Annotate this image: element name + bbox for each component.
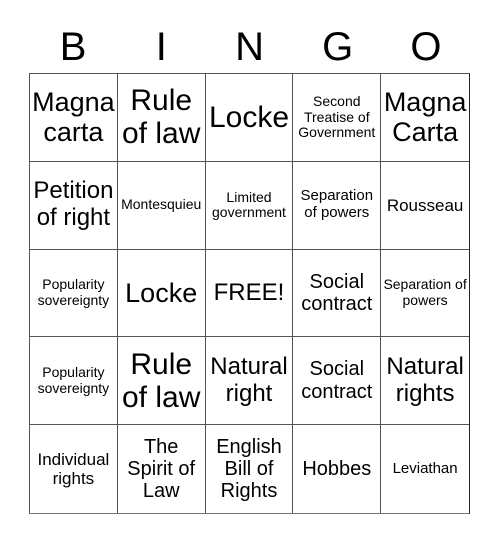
bingo-cell[interactable]: Magna Carta xyxy=(381,74,469,162)
bingo-cell[interactable]: Popularity sovereignty xyxy=(30,337,118,426)
bingo-cell[interactable]: Locke xyxy=(117,249,206,338)
header-letter-o: O xyxy=(410,25,442,69)
bingo-grid: Magna carta Rule of law Locke Second Tre… xyxy=(29,73,470,514)
header-letter-n: N xyxy=(235,25,264,69)
bingo-cell[interactable]: Popularity sovereignty xyxy=(30,249,118,338)
free-space-cell[interactable]: FREE! xyxy=(205,249,294,338)
header-letter-g: G xyxy=(322,25,354,69)
bingo-cell[interactable]: English Bill of Rights xyxy=(206,425,294,513)
header-letter-i: I xyxy=(155,25,167,69)
bingo-cell[interactable]: Magna carta xyxy=(30,74,118,162)
bingo-header: B I N G O xyxy=(29,22,470,72)
bingo-cell[interactable]: Natural rights xyxy=(381,337,469,426)
bingo-cell[interactable]: Leviathan xyxy=(381,425,469,513)
bingo-cell[interactable]: Natural right xyxy=(205,337,294,426)
bingo-cell[interactable]: Hobbes xyxy=(293,425,382,513)
bingo-cell[interactable]: Rule of law xyxy=(117,337,206,426)
bingo-cell[interactable]: Second Treatise of Government xyxy=(293,74,382,162)
bingo-cell[interactable]: Individual rights xyxy=(30,425,118,513)
bingo-cell[interactable]: Social contract xyxy=(293,249,382,338)
bingo-cell[interactable]: Social contract xyxy=(293,337,382,426)
bingo-cell[interactable]: Separation of powers xyxy=(381,250,469,338)
bingo-cell[interactable]: Separation of powers xyxy=(293,161,382,250)
bingo-cell[interactable]: Rule of law xyxy=(117,74,206,162)
bingo-cell[interactable]: Petition of right xyxy=(30,161,118,250)
bingo-cell[interactable]: The Spirit of Law xyxy=(118,425,206,513)
bingo-cell[interactable]: Rousseau xyxy=(381,162,469,250)
bingo-cell[interactable]: Limited government xyxy=(205,161,294,250)
bingo-cell[interactable]: Montesquieu xyxy=(117,161,206,250)
bingo-cell[interactable]: Locke xyxy=(205,74,294,162)
header-letter-b: B xyxy=(59,25,87,69)
